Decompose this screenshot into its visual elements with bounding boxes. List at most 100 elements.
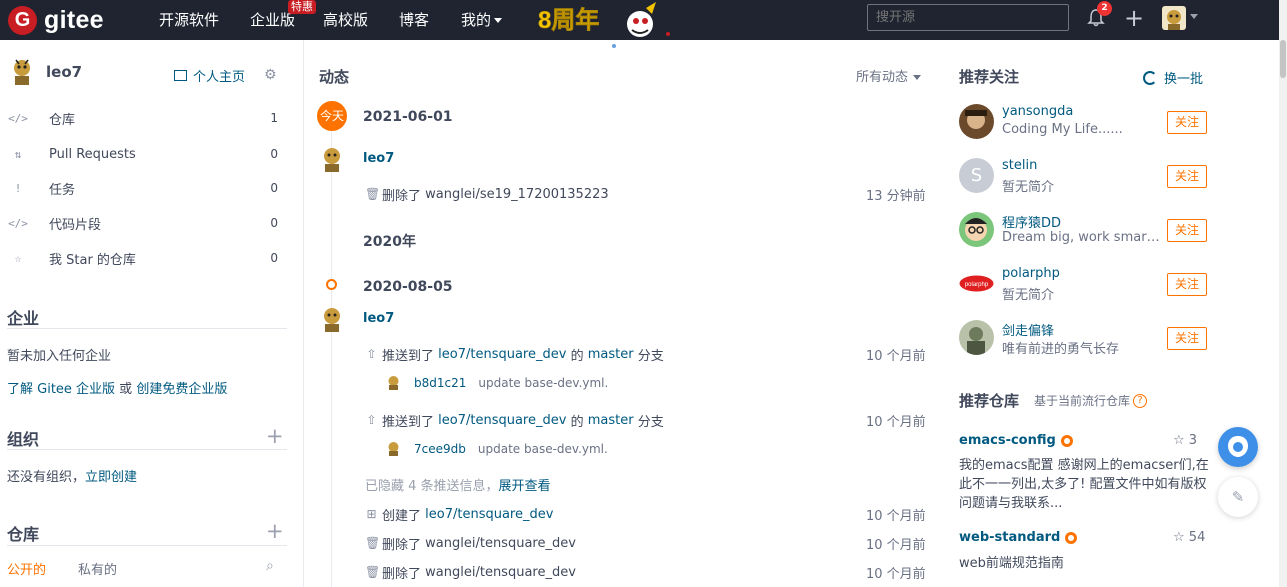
event-of: 的 bbox=[570, 349, 584, 364]
trash-icon: 🗑 bbox=[365, 187, 381, 201]
commit-sha[interactable]: b8d1c21 bbox=[414, 376, 466, 390]
follow-button[interactable]: 关注 bbox=[1167, 273, 1207, 296]
search-icon[interactable]: ⌕ bbox=[266, 558, 274, 574]
recommended-user-name[interactable]: 剑走偏锋 bbox=[1002, 320, 1054, 339]
follow-button[interactable]: 关注 bbox=[1167, 327, 1207, 350]
star-icon: ☆ bbox=[14, 251, 22, 265]
recommended-user-avatar[interactable]: S bbox=[959, 158, 994, 193]
repo-link[interactable]: web-standard bbox=[959, 530, 1078, 545]
commit-sha[interactable]: 7cee9db bbox=[414, 442, 466, 456]
nav-mine[interactable]: 我的 bbox=[461, 9, 503, 30]
code-icon: </> bbox=[8, 111, 28, 125]
create-plus-icon[interactable]: + bbox=[1124, 6, 1144, 30]
star-count[interactable]: ☆ 3 bbox=[1173, 433, 1197, 448]
feedback-float-button[interactable]: ✎ bbox=[1218, 477, 1258, 517]
nav-mine-label: 我的 bbox=[461, 11, 492, 29]
page-scrollbar[interactable] bbox=[1279, 0, 1287, 587]
sidebar-item-count: 0 bbox=[270, 181, 278, 195]
recommended-user-avatar[interactable] bbox=[959, 212, 994, 247]
profile-summary: leo7 bbox=[10, 58, 82, 86]
gitee-logo-icon: G bbox=[8, 6, 37, 35]
sidebar-item-label: 代码片段 bbox=[49, 217, 102, 233]
repo-link[interactable]: emacs-config bbox=[959, 433, 1074, 448]
sidebar-item-snippets[interactable]: </> 代码片段 0 bbox=[8, 213, 288, 233]
add-org-plus-icon[interactable]: + bbox=[266, 426, 284, 447]
recommended-user-name[interactable]: polarphp bbox=[1002, 266, 1060, 281]
hidden-note-text: 已隐藏 4 条推送信息， bbox=[365, 479, 499, 494]
sidebar-item-starred[interactable]: ☆ 我 Star 的仓库 0 bbox=[8, 248, 288, 268]
star-count[interactable]: ☆ 54 bbox=[1173, 530, 1205, 545]
tab-private[interactable]: 私有的 bbox=[78, 559, 117, 578]
event-suffix: 分支 bbox=[637, 349, 664, 364]
sidebar-divider bbox=[303, 40, 304, 587]
profile-avatar[interactable] bbox=[10, 58, 34, 86]
feed-user-avatar[interactable] bbox=[319, 146, 345, 172]
event-branch[interactable]: master bbox=[588, 413, 634, 428]
recommended-follow-title: 推荐关注 bbox=[959, 68, 1020, 86]
sidebar-item-repos[interactable]: </> 仓库 1 bbox=[8, 108, 288, 128]
create-org-link[interactable]: 立即创建 bbox=[85, 470, 137, 485]
anniversary-banner[interactable]: 8周年 bbox=[536, 2, 676, 48]
add-repo-plus-icon[interactable]: + bbox=[266, 521, 284, 542]
recommended-user: 程序猿DD Dream big, work smart, deliver fas… bbox=[959, 212, 1209, 252]
event-action: 删除了 bbox=[382, 189, 422, 204]
nav-open-source[interactable]: 开源软件 bbox=[159, 9, 219, 30]
event-target[interactable]: leo7/tensquare_dev bbox=[425, 507, 553, 522]
follow-button[interactable]: 关注 bbox=[1167, 165, 1207, 188]
chevron-down-icon bbox=[494, 18, 503, 23]
sidebar-item-pull-requests[interactable]: ⇅ Pull Requests 0 bbox=[8, 144, 288, 164]
help-icon[interactable]: ? bbox=[1133, 393, 1148, 408]
recommended-user-name[interactable]: stelin bbox=[1002, 158, 1037, 173]
scrollbar-thumb[interactable] bbox=[1280, 40, 1286, 78]
feed-username[interactable]: leo7 bbox=[363, 151, 394, 166]
tab-public[interactable]: 公开的 bbox=[7, 559, 46, 578]
feed-event: ⇧ 推送到了 leo7/tensquare_dev 的 master 分支 bbox=[365, 411, 664, 430]
recommended-user-name[interactable]: yansongda bbox=[1002, 104, 1073, 119]
profile-username[interactable]: leo7 bbox=[46, 63, 82, 81]
event-target[interactable]: leo7/tensquare_dev bbox=[438, 347, 566, 362]
feed-filter-dropdown[interactable]: 所有动态 bbox=[856, 66, 922, 85]
feed-filter-label: 所有动态 bbox=[856, 70, 909, 85]
assistant-float-button[interactable] bbox=[1218, 427, 1258, 467]
recommended-user-name[interactable]: 程序猿DD bbox=[1002, 212, 1061, 231]
sidebar-item-issues[interactable]: ! 任务 0 bbox=[8, 178, 288, 198]
event-target[interactable]: leo7/tensquare_dev bbox=[438, 413, 566, 428]
trash-icon: 🗑 bbox=[365, 536, 381, 550]
today-badge: 今天 bbox=[317, 101, 347, 131]
repo-name: emacs-config bbox=[959, 433, 1056, 448]
org-none-label: 还没有组织， bbox=[7, 470, 86, 485]
homepage-link[interactable]: 个人主页 bbox=[174, 66, 245, 85]
gear-icon[interactable]: ⚙ bbox=[264, 67, 277, 83]
refresh-button[interactable]: 换一批 bbox=[1143, 68, 1203, 87]
recommended-user-desc: 暂无简介 bbox=[1002, 288, 1055, 303]
search-input[interactable] bbox=[867, 4, 1069, 31]
event-branch[interactable]: master bbox=[588, 347, 634, 362]
recommended-user-avatar[interactable]: polarphp bbox=[959, 266, 994, 301]
user-avatar[interactable] bbox=[1162, 6, 1186, 30]
nav-blog[interactable]: 博客 bbox=[399, 9, 429, 30]
event-target: wanglei/tensquare_dev bbox=[425, 565, 576, 580]
gitee-logo[interactable]: G gitee bbox=[8, 6, 104, 35]
recommended-user-avatar[interactable] bbox=[959, 104, 994, 139]
enterprise-links: 了解 Gitee 企业版 或 创建免费企业版 bbox=[7, 378, 227, 397]
sidebar-item-count: 0 bbox=[270, 147, 278, 161]
create-enterprise-link[interactable]: 创建免费企业版 bbox=[136, 382, 227, 397]
push-icon: ⇧ bbox=[366, 347, 377, 361]
nav-education[interactable]: 高校版 bbox=[323, 9, 368, 30]
expand-link[interactable]: 展开查看 bbox=[499, 479, 551, 494]
gvp-badge-icon bbox=[1060, 434, 1073, 447]
recommended-user-avatar[interactable] bbox=[959, 320, 994, 355]
divider bbox=[7, 449, 287, 450]
star-count-value: 3 bbox=[1188, 433, 1198, 448]
repo-description: web前端规范指南 bbox=[959, 556, 1064, 571]
event-suffix: 分支 bbox=[637, 415, 664, 430]
follow-button[interactable]: 关注 bbox=[1167, 111, 1207, 134]
sidebar-item-count: 0 bbox=[270, 251, 278, 265]
feed-username[interactable]: leo7 bbox=[363, 311, 394, 326]
follow-button[interactable]: 关注 bbox=[1167, 219, 1207, 242]
chevron-down-icon[interactable] bbox=[1190, 14, 1198, 19]
learn-enterprise-link[interactable]: 了解 Gitee 企业版 bbox=[7, 382, 115, 397]
event-action: 推送到了 bbox=[382, 349, 435, 364]
feed-event: 🗑 删除了 wanglei/se19_17200135223 bbox=[365, 185, 609, 204]
feed-user-avatar[interactable] bbox=[319, 306, 345, 332]
